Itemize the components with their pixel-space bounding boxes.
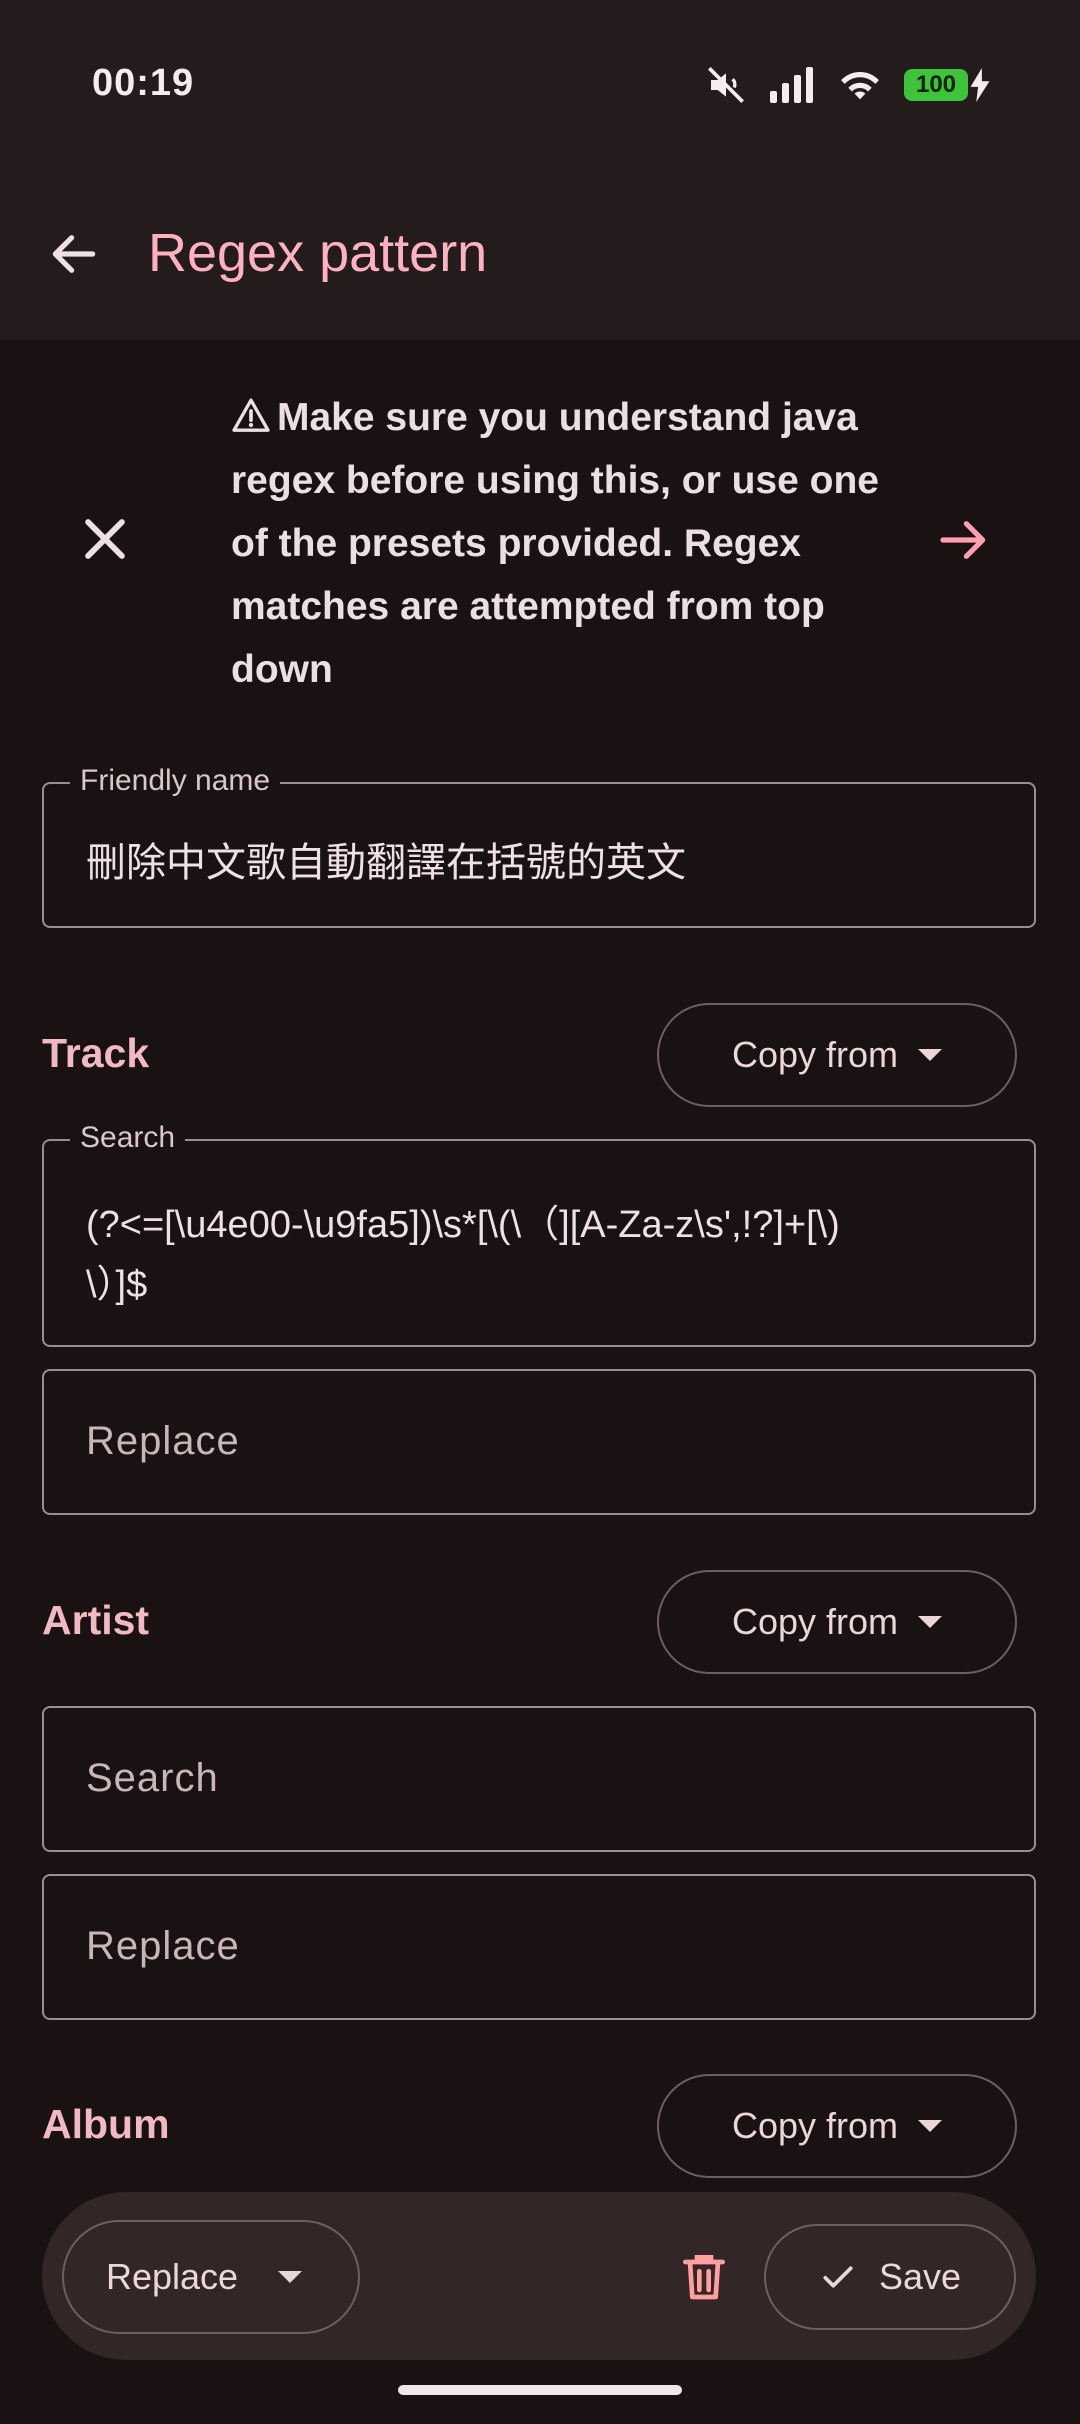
delete-icon[interactable] xyxy=(676,2248,732,2304)
back-arrow-icon[interactable] xyxy=(46,226,102,282)
battery-level: 100 xyxy=(915,71,957,98)
friendly-name-value: 刪除中文歌自動翻譯在括號的英文 xyxy=(86,841,686,885)
battery-icon: 100 xyxy=(904,69,968,101)
track-search-label: Search xyxy=(70,1121,186,1155)
dropdown-caret-icon xyxy=(918,1616,943,1628)
dropdown-caret-icon xyxy=(278,2271,303,2283)
copy-from-label: Copy from xyxy=(731,1034,899,1075)
track-copy-from-button[interactable]: Copy from xyxy=(657,1003,1017,1107)
track-search-value-line1: (?<=[\u4e00-\u9fa5])\s*[\(\（][A-Za-z\s',… xyxy=(86,1204,840,1246)
album-section-label: Album xyxy=(42,2101,170,2147)
artist-copy-from-button[interactable]: Copy from xyxy=(657,1570,1017,1674)
mode-dropdown-button[interactable]: Replace xyxy=(62,2220,360,2334)
status-bar: 00:19 100 xyxy=(0,0,1080,170)
mute-icon xyxy=(708,67,744,103)
album-copy-from-button[interactable]: Copy from xyxy=(657,2074,1017,2178)
track-section-label: Track xyxy=(42,1030,150,1076)
info-banner: Make sure you understand java regex befo… xyxy=(231,386,911,701)
charging-icon xyxy=(970,68,990,102)
artist-replace-field[interactable]: Replace xyxy=(42,1874,1036,2020)
track-replace-field[interactable]: Replace xyxy=(42,1369,1036,1515)
artist-search-field[interactable]: Search xyxy=(42,1706,1036,1852)
friendly-name-field[interactable]: Friendly name 刪除中文歌自動翻譯在括號的英文 xyxy=(42,764,1036,928)
track-search-value-line2: \）]$ xyxy=(86,1264,148,1306)
info-banner-text: Make sure you understand java regex befo… xyxy=(231,396,879,691)
artist-replace-placeholder: Replace xyxy=(86,1924,240,1968)
artist-section-label: Artist xyxy=(42,1597,150,1643)
copy-from-label: Copy from xyxy=(731,2105,899,2146)
friendly-name-label: Friendly name xyxy=(70,764,281,798)
status-icons: 100 xyxy=(706,62,990,108)
dropdown-caret-icon xyxy=(918,1049,943,1061)
warning-icon xyxy=(232,398,270,432)
copy-from-label: Copy from xyxy=(731,1601,899,1642)
dropdown-caret-icon xyxy=(918,2120,943,2132)
check-icon xyxy=(823,2266,853,2288)
save-button[interactable]: Save xyxy=(764,2224,1016,2330)
artist-search-placeholder: Search xyxy=(86,1756,219,1800)
track-search-field[interactable]: Search (?<=[\u4e00-\u9fa5])\s*[\(\（][A-Z… xyxy=(42,1121,1036,1347)
arrow-right-icon[interactable] xyxy=(936,512,992,568)
signal-icon xyxy=(770,67,813,103)
wifi-icon xyxy=(841,72,879,100)
track-replace-placeholder: Replace xyxy=(86,1419,240,1463)
save-label: Save xyxy=(878,2256,962,2297)
close-icon[interactable] xyxy=(76,510,134,568)
bottom-action-bar: Replace Save xyxy=(42,2192,1036,2360)
mode-label: Replace xyxy=(106,2256,239,2297)
status-time: 00:19 xyxy=(92,62,195,104)
page-title: Regex pattern xyxy=(148,223,488,283)
home-indicator[interactable] xyxy=(398,2385,682,2395)
